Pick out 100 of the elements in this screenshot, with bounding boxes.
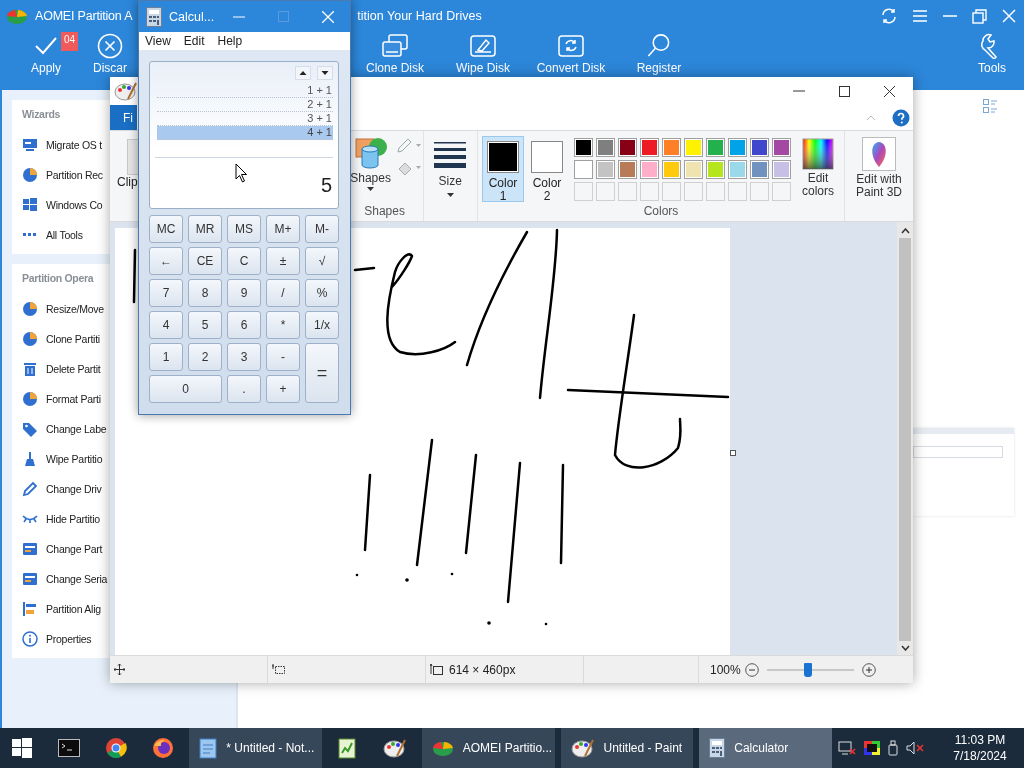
empty-swatch[interactable] bbox=[640, 182, 659, 201]
sidebar-item[interactable]: Migrate OS t bbox=[22, 130, 102, 160]
empty-swatch[interactable] bbox=[662, 182, 681, 201]
color-swatch[interactable] bbox=[706, 160, 725, 179]
calculator-key[interactable]: 4 bbox=[149, 311, 183, 339]
toolbar-button[interactable]: Apply 04 bbox=[10, 32, 82, 76]
sidebar-item[interactable]: Delete Partit bbox=[22, 354, 101, 384]
paint-3d-button[interactable]: Edit with Paint 3D bbox=[845, 133, 913, 201]
taskbar-button[interactable]: AOMEI Partitio... bbox=[421, 728, 555, 768]
calculator-key[interactable]: 1 bbox=[149, 343, 183, 371]
sidebar-item[interactable]: Resize/Move bbox=[22, 294, 104, 324]
palette-icon[interactable] bbox=[383, 737, 408, 759]
color-swatch[interactable] bbox=[596, 138, 615, 157]
sidebar-item[interactable]: Properties bbox=[22, 624, 92, 654]
calculator-key[interactable]: * bbox=[266, 311, 300, 339]
sidebar-item[interactable]: Partition Rec bbox=[22, 160, 103, 190]
calculator-key[interactable]: 2 bbox=[188, 343, 222, 371]
sidebar-item[interactable]: Format Parti bbox=[22, 384, 101, 414]
sidebar-item[interactable]: Change Seria bbox=[22, 564, 108, 594]
color-swatch[interactable] bbox=[750, 160, 769, 179]
calculator-key[interactable]: 5 bbox=[188, 311, 222, 339]
calculator-key[interactable]: % bbox=[305, 279, 339, 307]
history-entry[interactable]: 2 + 1 bbox=[157, 98, 333, 112]
color-swatch[interactable] bbox=[596, 160, 615, 179]
calculator-key[interactable]: M- bbox=[305, 215, 339, 243]
calculator-key[interactable]: 6 bbox=[227, 311, 261, 339]
slider-thumb[interactable] bbox=[804, 662, 813, 677]
sidebar-item[interactable]: Change Labe bbox=[22, 414, 107, 444]
pencil-icon[interactable] bbox=[395, 138, 422, 154]
clock-time[interactable]: 11:03 PM bbox=[954, 732, 1006, 748]
usb-drive-icon[interactable] bbox=[888, 740, 899, 756]
color-swatch[interactable] bbox=[728, 160, 747, 179]
empty-swatch[interactable] bbox=[706, 182, 725, 201]
calculator-key[interactable]: / bbox=[266, 279, 300, 307]
empty-swatch[interactable] bbox=[750, 182, 769, 201]
maximize-icon[interactable] bbox=[839, 85, 850, 97]
empty-swatch[interactable] bbox=[684, 182, 703, 201]
scrollbar[interactable] bbox=[897, 222, 913, 655]
help-icon[interactable] bbox=[892, 108, 910, 127]
color-swatch[interactable] bbox=[662, 160, 681, 179]
history-entry[interactable]: 1 + 1 bbox=[157, 84, 333, 98]
refresh-icon[interactable] bbox=[881, 8, 897, 24]
menu-icon[interactable] bbox=[912, 9, 928, 23]
color-swatch[interactable] bbox=[640, 160, 659, 179]
calculator-key[interactable]: M+ bbox=[266, 215, 300, 243]
color-swatch[interactable] bbox=[662, 138, 681, 157]
input-field[interactable] bbox=[913, 446, 1003, 458]
toolbar-button[interactable]: Tools bbox=[956, 32, 1024, 76]
calculator-key[interactable]: MS bbox=[227, 215, 261, 243]
sidebar-item[interactable]: Change Driv bbox=[22, 474, 102, 504]
edit-colors-button[interactable]: Edit colors bbox=[796, 133, 840, 200]
sidebar-item[interactable]: Wipe Partitio bbox=[22, 444, 103, 474]
resize-handle[interactable] bbox=[730, 450, 736, 456]
calculator-key[interactable]: 7 bbox=[149, 279, 183, 307]
list-view-icon[interactable] bbox=[982, 98, 998, 114]
calculator-key[interactable]: 8 bbox=[188, 279, 222, 307]
sidebar-item[interactable]: Partition Alig bbox=[22, 594, 101, 624]
sidebar-item[interactable]: Change Part bbox=[22, 534, 103, 564]
clock-date[interactable]: 7/18/2024 bbox=[953, 748, 1007, 764]
color-swatch[interactable] bbox=[750, 138, 769, 157]
calculator-key[interactable]: 1/x bbox=[305, 311, 339, 339]
toolbar-button[interactable]: Convert Disk bbox=[527, 32, 615, 76]
calculator-key[interactable]: + bbox=[266, 375, 300, 403]
taskbar-button[interactable]: * Untitled - Not... bbox=[189, 728, 323, 768]
toolbar-button[interactable]: Clone Disk bbox=[351, 32, 439, 76]
empty-swatch[interactable] bbox=[596, 182, 615, 201]
menu-item[interactable]: Help bbox=[217, 34, 243, 48]
color-swatch[interactable] bbox=[618, 160, 637, 179]
toolbar-button[interactable]: Wipe Disk bbox=[439, 32, 527, 76]
calculator-key[interactable]: ← bbox=[149, 247, 183, 275]
color-swatch[interactable] bbox=[728, 138, 747, 157]
empty-swatch[interactable] bbox=[772, 182, 791, 201]
browser-icon[interactable] bbox=[105, 737, 128, 759]
muted-speaker-icon[interactable] bbox=[906, 741, 925, 755]
toolbar-button[interactable]: Discar bbox=[82, 32, 138, 76]
browser-icon[interactable] bbox=[151, 737, 174, 759]
scroll-thumb[interactable] bbox=[899, 238, 911, 641]
menu-item[interactable]: View bbox=[145, 34, 171, 48]
empty-swatch[interactable] bbox=[574, 182, 593, 201]
color-swatch[interactable] bbox=[684, 160, 703, 179]
ribbon-tab[interactable]: Fi bbox=[110, 105, 137, 130]
network-icon[interactable] bbox=[838, 740, 857, 756]
calculator-key[interactable]: C bbox=[227, 247, 261, 275]
color-swatch[interactable] bbox=[574, 138, 593, 157]
calculator-key[interactable]: √ bbox=[305, 247, 339, 275]
toolbar-button[interactable]: Register bbox=[615, 32, 703, 76]
close-icon[interactable] bbox=[884, 85, 895, 97]
calculator-key[interactable]: 3 bbox=[227, 343, 261, 371]
history-entry[interactable]: 4 + 1 bbox=[157, 126, 333, 140]
palette-icon[interactable] bbox=[114, 80, 138, 102]
sidebar-item[interactable]: Hide Partitio bbox=[22, 504, 100, 534]
color-slot[interactable]: Color 1 bbox=[482, 136, 524, 202]
color-swatch[interactable] bbox=[618, 138, 637, 157]
notepad-icon[interactable] bbox=[338, 737, 359, 759]
terminal-icon[interactable] bbox=[58, 739, 81, 757]
color-slot[interactable]: Color 2 bbox=[526, 136, 568, 202]
calculator-key[interactable]: 0 bbox=[149, 375, 222, 403]
empty-swatch[interactable] bbox=[618, 182, 637, 201]
windows-logo-icon[interactable] bbox=[12, 738, 33, 758]
color-swatch[interactable] bbox=[772, 138, 791, 157]
